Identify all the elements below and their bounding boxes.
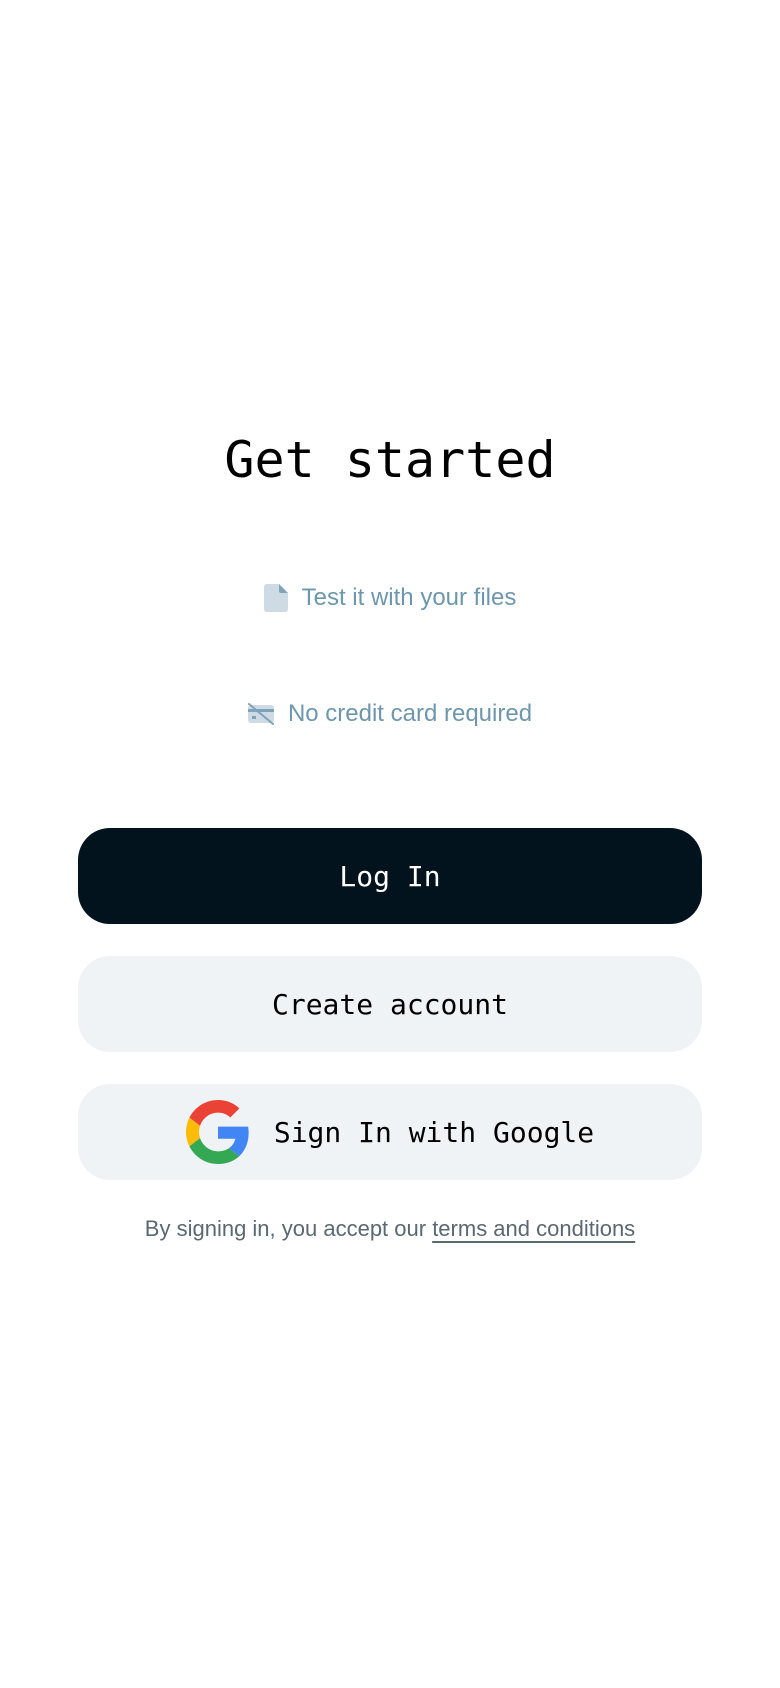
no-credit-card-icon xyxy=(247,703,274,725)
create-account-button[interactable]: Create account xyxy=(78,956,702,1052)
google-signin-label: Sign In with Google xyxy=(273,1115,595,1149)
terms-link[interactable]: terms and conditions xyxy=(432,1216,635,1241)
terms-prefix: By signing in, you accept our xyxy=(144,1216,433,1241)
file-icon xyxy=(263,584,288,612)
feature-no-credit-card-text: No credit card required xyxy=(287,700,533,727)
terms-notice: By signing in, you accept our terms and … xyxy=(0,1216,780,1242)
login-button[interactable]: Log In xyxy=(78,828,702,924)
feature-test-files-text: Test it with your files xyxy=(301,584,517,611)
page-title: Get started xyxy=(224,431,556,489)
google-icon xyxy=(185,1100,250,1164)
google-signin-button[interactable]: Sign In with Google xyxy=(78,1084,702,1180)
feature-no-credit-card: No credit card required xyxy=(0,696,780,732)
get-started-screen: Get started Test it with your files No c… xyxy=(0,0,780,1688)
feature-test-files: Test it with your files xyxy=(0,580,780,616)
